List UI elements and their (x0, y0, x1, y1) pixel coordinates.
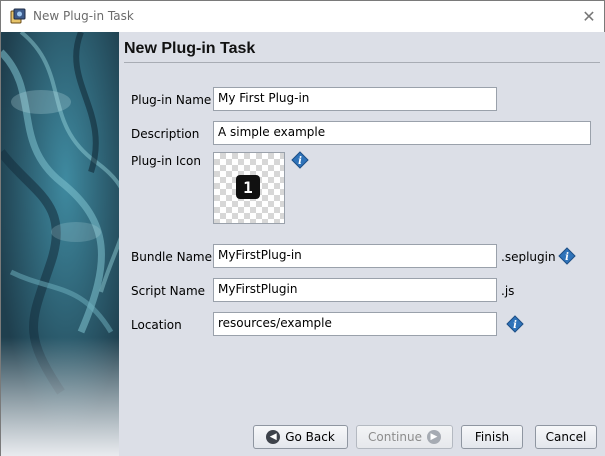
description-input[interactable]: A simple example (213, 121, 591, 145)
go-back-label: Go Back (285, 430, 335, 444)
script-extension: .js (501, 284, 515, 298)
arrow-right-icon: ▶ (426, 430, 441, 444)
continue-label: Continue (368, 430, 422, 444)
svg-text:i: i (298, 156, 302, 167)
app-icon (10, 8, 26, 24)
bundle-name-label: Bundle Name (131, 250, 212, 264)
description-label: Description (131, 127, 200, 141)
script-name-input[interactable]: MyFirstPlugin (213, 278, 497, 302)
bundle-name-input[interactable]: MyFirstPlug-in (213, 244, 497, 268)
svg-text:i: i (513, 320, 517, 331)
go-back-button[interactable]: ◀ Go Back (253, 425, 348, 449)
cancel-button[interactable]: Cancel (535, 425, 597, 449)
info-icon[interactable]: i (558, 247, 576, 265)
heading-divider (124, 62, 600, 63)
script-name-label: Script Name (131, 284, 206, 298)
continue-button[interactable]: Continue ▶ (356, 425, 453, 449)
cancel-label: Cancel (545, 430, 587, 444)
dialog-window: New Plug-in Task ✕ New Plug-in Task Plug… (0, 0, 605, 456)
plugin-icon-preview: 1 (236, 175, 260, 199)
close-button[interactable]: ✕ (575, 4, 603, 28)
info-icon[interactable]: i (291, 151, 309, 169)
location-input[interactable]: resources/example (213, 312, 497, 336)
finish-label: Finish (474, 430, 510, 444)
side-banner-image (1, 32, 119, 456)
plugin-name-label: Plug-in Name (131, 93, 212, 107)
arrow-left-icon: ◀ (266, 430, 281, 444)
svg-text:i: i (565, 252, 569, 263)
info-icon[interactable]: i (506, 315, 524, 333)
wizard-content-panel: New Plug-in Task Plug-in Name My First P… (119, 32, 605, 456)
title-bar: New Plug-in Task ✕ (1, 1, 604, 32)
plugin-icon-label: Plug-in Icon (131, 154, 201, 168)
finish-button[interactable]: Finish (461, 425, 523, 449)
close-icon: ✕ (582, 6, 596, 26)
page-title: New Plug-in Task (124, 40, 256, 57)
plugin-icon-picker[interactable]: 1 (213, 152, 285, 224)
location-label: Location (131, 318, 182, 332)
plugin-name-input[interactable]: My First Plug-in (213, 87, 497, 111)
bundle-extension: .seplugin (501, 250, 556, 264)
window-title: New Plug-in Task (33, 9, 134, 23)
